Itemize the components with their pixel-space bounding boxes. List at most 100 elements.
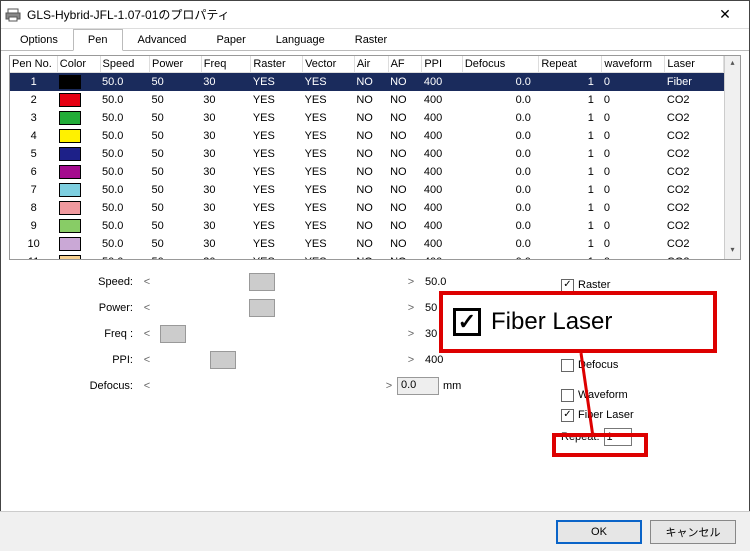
col-freq[interactable]: Freq: [201, 56, 251, 73]
vertical-scrollbar[interactable]: ▴ ▾: [724, 56, 740, 259]
slider-value: 400: [419, 354, 469, 366]
pen-row[interactable]: 750.05030YESYESNONO4000.010CO2: [10, 181, 724, 199]
slider-inc[interactable]: >: [403, 302, 419, 314]
slider-dec[interactable]: <: [139, 354, 155, 366]
pen-row[interactable]: 950.05030YESYESNONO4000.010CO2: [10, 217, 724, 235]
color-swatch: [59, 147, 81, 161]
checkbox-box[interactable]: [561, 359, 574, 372]
slider-defocus: Defocus:<>0.0mm: [69, 376, 469, 396]
color-swatch: [59, 165, 81, 179]
checkbox-box[interactable]: [561, 389, 574, 402]
tab-advanced[interactable]: Advanced: [123, 29, 202, 51]
col-vector[interactable]: Vector: [303, 56, 355, 73]
slider-label: Speed:: [69, 276, 139, 288]
slider-freq: Freq :<>30: [69, 324, 469, 344]
cancel-button[interactable]: キャンセル: [650, 520, 736, 544]
tab-paper[interactable]: Paper: [201, 29, 260, 51]
tab-raster[interactable]: Raster: [340, 29, 402, 51]
slider-inc[interactable]: >: [381, 380, 397, 392]
color-swatch: [59, 219, 81, 233]
checkbox-label: Defocus: [578, 359, 618, 371]
color-swatch: [59, 75, 81, 89]
pen-row[interactable]: 650.05030YESYESNONO4000.010CO2: [10, 163, 724, 181]
checkbox-box[interactable]: [561, 409, 574, 422]
slider-unit: mm: [439, 380, 469, 392]
col-power[interactable]: Power: [150, 56, 202, 73]
slider-track[interactable]: [155, 351, 403, 369]
color-swatch: [59, 237, 81, 251]
slider-inc[interactable]: >: [403, 276, 419, 288]
slider-label: Freq :: [69, 328, 139, 340]
checkbox-box[interactable]: [561, 279, 574, 292]
col-waveform[interactable]: waveform: [602, 56, 665, 73]
slider-value: 50.0: [419, 276, 469, 288]
tab-pen[interactable]: Pen: [73, 29, 123, 51]
slider-dec[interactable]: <: [139, 302, 155, 314]
slider-value-box[interactable]: 0.0: [397, 377, 439, 395]
slider-dec[interactable]: <: [139, 328, 155, 340]
checkbox-label: Fiber Laser: [578, 409, 634, 421]
close-button[interactable]: ✕: [705, 6, 745, 23]
pen-row[interactable]: 250.05030YESYESNONO4000.010CO2: [10, 91, 724, 109]
slider-speed: Speed:< >50.0: [69, 272, 469, 292]
checkbox-label: Raster: [578, 279, 610, 291]
slider-thumb[interactable]: [210, 351, 236, 369]
repeat-input[interactable]: [604, 428, 632, 446]
col-color[interactable]: Color: [57, 56, 100, 73]
scroll-up-arrow[interactable]: ▴: [725, 56, 740, 72]
callout-checkbox-icon: [453, 308, 481, 336]
pen-table-wrap: Pen No.ColorSpeedPowerFreqRasterVectorAi…: [9, 55, 741, 260]
slider-track[interactable]: [155, 299, 403, 317]
tab-options[interactable]: Options: [5, 29, 73, 51]
callout-fiber-laser: Fiber Laser: [439, 291, 717, 353]
tab-strip: OptionsPenAdvancedPaperLanguageRaster: [1, 29, 749, 51]
col-defocus[interactable]: Defocus: [462, 56, 539, 73]
color-swatch: [59, 111, 81, 125]
slider-inc[interactable]: >: [403, 354, 419, 366]
col-pen-no-[interactable]: Pen No.: [10, 56, 57, 73]
slider-dec[interactable]: <: [139, 380, 155, 392]
repeat-row: Repeat:: [561, 428, 634, 446]
color-swatch: [59, 93, 81, 107]
slider-track[interactable]: [155, 325, 403, 343]
slider-thumb[interactable]: [249, 273, 275, 291]
slider-track[interactable]: [155, 273, 403, 291]
color-swatch: [59, 183, 81, 197]
col-air[interactable]: Air: [354, 56, 388, 73]
pen-row[interactable]: 150.05030YESYESNONO4000.010Fiber: [10, 73, 724, 92]
checkbox-defocus[interactable]: Defocus: [561, 356, 634, 374]
slider-label: Power:: [69, 302, 139, 314]
window-title: GLS-Hybrid-JFL-1.07-01のプロパティ: [27, 6, 705, 23]
slider-thumb[interactable]: [249, 299, 275, 317]
slider-power: Power:<>50: [69, 298, 469, 318]
scroll-down-arrow[interactable]: ▾: [725, 243, 740, 259]
dialog-buttons: OK キャンセル: [0, 511, 750, 551]
tab-language[interactable]: Language: [261, 29, 340, 51]
pen-row[interactable]: 850.05030YESYESNONO4000.010CO2: [10, 199, 724, 217]
color-swatch: [59, 201, 81, 215]
col-speed[interactable]: Speed: [100, 56, 150, 73]
printer-icon: [5, 7, 21, 23]
pen-row[interactable]: 1050.05030YESYESNONO4000.010CO2: [10, 235, 724, 253]
slider-track[interactable]: [155, 377, 381, 395]
col-ppi[interactable]: PPI: [422, 56, 463, 73]
pen-row[interactable]: 450.05030YESYESNONO4000.010CO2: [10, 127, 724, 145]
pen-row[interactable]: 550.05030YESYESNONO4000.010CO2: [10, 145, 724, 163]
ok-button[interactable]: OK: [556, 520, 642, 544]
callout-label: Fiber Laser: [491, 308, 612, 336]
col-af[interactable]: AF: [388, 56, 422, 73]
col-laser[interactable]: Laser: [665, 56, 724, 73]
slider-dec[interactable]: <: [139, 276, 155, 288]
color-swatch: [59, 255, 81, 259]
repeat-label: Repeat:: [561, 431, 600, 443]
col-raster[interactable]: Raster: [251, 56, 303, 73]
pen-row[interactable]: 350.05030YESYESNONO4000.010CO2: [10, 109, 724, 127]
checkbox-fiber-laser[interactable]: Fiber Laser: [561, 406, 634, 424]
checkbox-waveform[interactable]: Waveform: [561, 386, 634, 404]
slider-inc[interactable]: >: [403, 328, 419, 340]
pen-row[interactable]: 1150.05030YESYESNONO4000.010CO2: [10, 253, 724, 259]
col-repeat[interactable]: Repeat: [539, 56, 602, 73]
titlebar: GLS-Hybrid-JFL-1.07-01のプロパティ ✕: [1, 1, 749, 29]
slider-label: PPI:: [69, 354, 139, 366]
slider-thumb[interactable]: [160, 325, 186, 343]
